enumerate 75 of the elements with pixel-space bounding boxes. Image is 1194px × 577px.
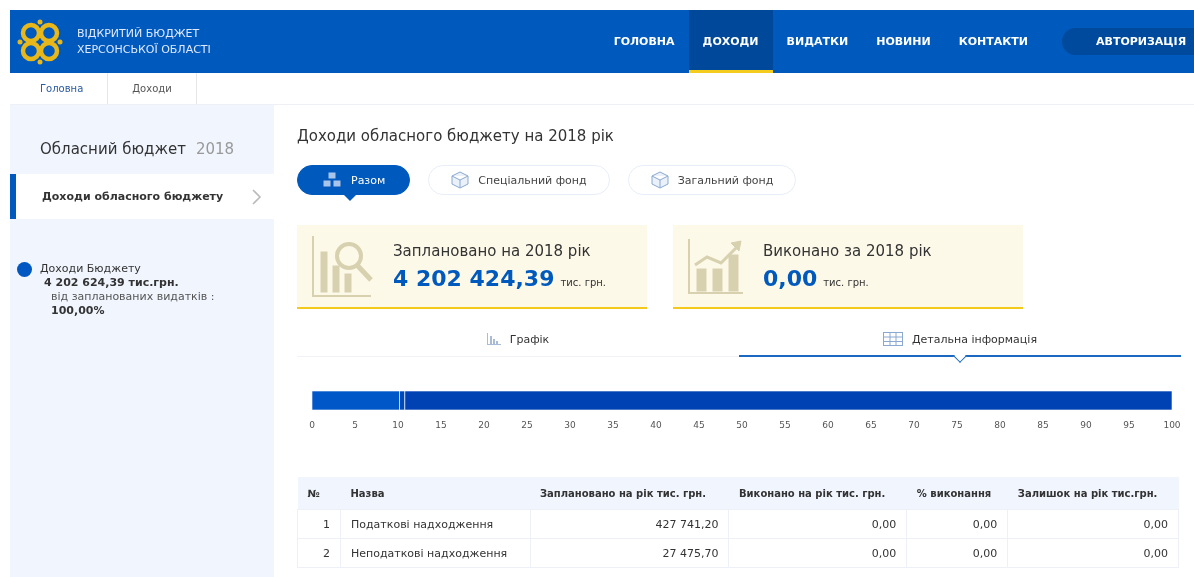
- nav-link[interactable]: КОНТАКТИ: [944, 10, 1042, 73]
- axis-tick-label: 10: [392, 420, 404, 430]
- column-header: Заплановано на рік тис. грн.: [530, 477, 729, 510]
- table-cell: Податкові надходження: [340, 509, 530, 539]
- nav-link[interactable]: НОВИНИ: [862, 10, 945, 73]
- axis-tick-label: 100: [1163, 420, 1181, 430]
- table-cell: Неподаткові надходження: [340, 538, 530, 568]
- column-header: Виконано на рік тис. грн.: [729, 477, 907, 510]
- growth-chart-icon: [687, 237, 745, 295]
- axis-tick-label: 80: [994, 420, 1006, 430]
- chart-magnifier-icon: [311, 234, 375, 298]
- column-header: % виконання: [906, 477, 1008, 510]
- view-tab[interactable]: Графік: [297, 323, 739, 355]
- site-subtitle: ХЕРСОНСЬКОЇ ОБЛАСТІ: [77, 41, 211, 58]
- site-title: ВІДКРИТИЙ БЮДЖЕТ: [77, 25, 201, 42]
- axis-tick-label: 65: [865, 420, 877, 430]
- table-cell: 0,00: [729, 509, 907, 539]
- sidebar-item[interactable]: Доходи обласного бюджету: [10, 174, 274, 219]
- table-cell: 2: [297, 538, 341, 568]
- axis-tick-label: 25: [521, 420, 533, 430]
- axis-tick-label: 95: [1123, 420, 1135, 430]
- axis-tick-label: 20: [478, 420, 490, 430]
- card-value: 4 202 424,39: [393, 265, 555, 291]
- legend-note: від запланованих видатків :: [50, 290, 215, 304]
- table-icon: [883, 332, 903, 346]
- cube-icon: [451, 171, 470, 189]
- axis-tick-label: 45: [693, 420, 705, 430]
- unit-label: тис. грн.: [560, 276, 606, 288]
- fund-tab[interactable]: Загальний фонд: [627, 165, 797, 195]
- axis-tick-label: 75: [951, 420, 963, 430]
- card-label: Виконано за 2018 рік: [763, 241, 932, 260]
- year-label: 2018: [195, 140, 235, 158]
- card-label: Заплановано на 2018 рік: [393, 241, 592, 260]
- cube-icon: [650, 171, 669, 189]
- table-cell: 0,00: [1007, 509, 1179, 539]
- bar-chart-icon: [486, 333, 501, 345]
- axis-tick-label: 90: [1080, 420, 1092, 430]
- axis-tick-label: 0: [309, 420, 315, 430]
- axis-tick-label: 35: [607, 420, 619, 430]
- axis-tick-label: 70: [908, 420, 920, 430]
- axis-tick-label: 85: [1037, 420, 1049, 430]
- fund-tab[interactable]: Спеціальний фонд: [428, 165, 610, 195]
- column-header: Залишок на рік тис.грн.: [1007, 477, 1179, 510]
- unit-label: тис. грн.: [823, 276, 869, 288]
- axis-tick-label: 30: [564, 420, 576, 430]
- nav-link[interactable]: ГОЛОВНА: [599, 10, 689, 73]
- column-header: Назва: [340, 477, 530, 510]
- table-cell: 0,00: [1007, 538, 1179, 568]
- login-button[interactable]: АВТОРИЗАЦІЯ: [1062, 28, 1194, 55]
- axis-tick-label: 40: [650, 420, 662, 430]
- column-header: №: [297, 477, 341, 510]
- axis-tick-label: 5: [352, 420, 358, 430]
- ornament-logo-icon: [17, 18, 63, 65]
- legend-label: Доходи Бюджету: [40, 262, 142, 276]
- table-cell: 1: [297, 509, 341, 539]
- cubes-icon: [322, 171, 342, 189]
- table-cell: 0,00: [729, 538, 907, 568]
- axis-tick-label: 55: [779, 420, 791, 430]
- legend-percent: 100,00%: [50, 304, 106, 318]
- chevron-right-icon: [252, 188, 262, 205]
- axis-tick-label: 15: [435, 420, 447, 430]
- nav-link[interactable]: ВИДАТКИ: [772, 10, 863, 73]
- page-title: Доходи обласного бюджету на 2018 рік: [297, 127, 615, 145]
- axis-tick-label: 60: [822, 420, 834, 430]
- table-cell: 27 475,70: [530, 538, 729, 568]
- sidebar-title: Обласний бюджет: [40, 140, 186, 158]
- nav-link[interactable]: ДОХОДИ: [688, 10, 773, 73]
- legend-amount: 4 202 624,39 тис.грн.: [43, 276, 180, 290]
- breadcrumb-link[interactable]: Головна: [10, 73, 109, 104]
- table-cell: 0,00: [906, 538, 1008, 568]
- axis-tick-label: 50: [736, 420, 748, 430]
- table-cell: 0,00: [906, 509, 1008, 539]
- card-value: 0,00: [763, 265, 818, 291]
- table-cell: 427 741,20: [530, 509, 729, 539]
- breadcrumb-link[interactable]: Доходи: [108, 73, 197, 104]
